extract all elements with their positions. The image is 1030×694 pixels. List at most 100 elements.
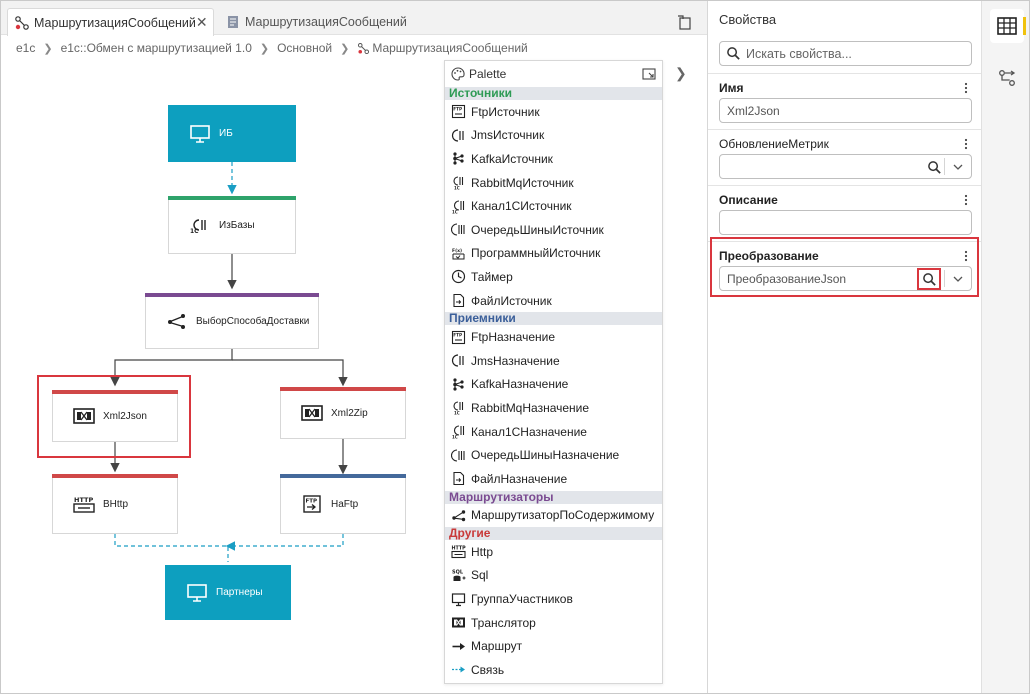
palette-section-header: Маршрутизаторы <box>445 490 662 504</box>
palette-item[interactable]: 1C RabbitMqНазначение <box>445 396 662 420</box>
palette-item-label: ОчередьШиныНазначение <box>471 448 620 463</box>
palette-item[interactable]: F(x) ПрограммныйИсточник <box>445 242 662 266</box>
palette-item-label: Http <box>471 544 494 559</box>
node-label: ИБ <box>219 128 233 139</box>
monitor-icon <box>451 592 466 606</box>
link-to-partnery <box>114 534 344 562</box>
tab-routing-module[interactable]: МаршрутизацияСообщений <box>219 8 419 36</box>
structure-view-button[interactable] <box>990 61 1024 95</box>
palette-item-label: Транслятор <box>471 615 536 630</box>
node-naftp[interactable]: FTP НаFtp <box>280 474 406 534</box>
palette-item[interactable]: ОчередьШиныИсточник <box>445 218 662 242</box>
chevron-down-icon[interactable] <box>951 160 965 174</box>
node-xml2json[interactable]: Xml2Json <box>52 390 178 442</box>
translator-icon <box>301 405 323 421</box>
palette-item[interactable]: 1C Канал1СНазначение <box>445 420 662 444</box>
description-field[interactable] <box>719 210 972 235</box>
node-iz-bazy[interactable]: 1C ИзБазы <box>168 196 296 254</box>
palette-item[interactable]: JmsНазначение <box>445 349 662 373</box>
sql-icon: SQL <box>452 569 466 581</box>
hierarchy-icon <box>999 70 1016 86</box>
palette-item[interactable]: Таймер <box>445 265 662 289</box>
bus-queue-icon <box>451 449 465 462</box>
node-label: Партнеры <box>216 587 263 598</box>
palette-item-label: RabbitMqИсточник <box>471 175 574 190</box>
node-partnery[interactable]: Партнеры <box>165 565 291 620</box>
node-label: Xml2Zip <box>331 407 368 419</box>
ftp-icon: FTP <box>451 330 466 344</box>
breadcrumb-item[interactable]: МаршрутизацияСообщений <box>372 41 527 55</box>
palette-item[interactable]: FTP FtpИсточник <box>445 100 662 124</box>
node-color-bar <box>145 293 319 297</box>
palette-item-label: JmsНазначение <box>471 353 560 368</box>
palette-item[interactable]: FTP FtpНазначение <box>445 325 662 349</box>
node-vhttp[interactable]: HTTP ВHttp <box>52 474 178 534</box>
palette-item-label: Связь <box>471 662 505 677</box>
palette-item[interactable]: Маршрут <box>445 634 662 658</box>
close-icon[interactable]: ✕ <box>196 14 208 31</box>
module-icon <box>228 16 238 28</box>
translator-icon <box>452 617 465 628</box>
transformation-field[interactable]: ПреобразованиеJson <box>719 266 972 291</box>
search-input[interactable] <box>746 46 966 61</box>
dock-icon[interactable] <box>642 67 656 81</box>
palette-item[interactable]: ФайлНазначение <box>445 467 662 491</box>
metrics-field[interactable] <box>719 154 972 179</box>
jms-icon <box>451 354 464 367</box>
more-vertical-icon[interactable] <box>964 138 968 150</box>
more-vertical-icon[interactable] <box>964 250 968 262</box>
breadcrumb: e1c ❯ e1c::Обмен с маршрутизацией 1.0 ❯ … <box>16 40 528 56</box>
svg-text:1C: 1C <box>454 186 460 191</box>
palette-item[interactable]: ГруппаУчастников <box>445 587 662 611</box>
palette-item-label: FtpНазначение <box>471 330 556 345</box>
file-icon <box>453 472 465 486</box>
palette-item[interactable]: JmsИсточник <box>445 124 662 148</box>
bus-queue-icon <box>451 223 465 236</box>
properties-view-button[interactable] <box>990 9 1024 43</box>
palette-item-label: ГруппаУчастников <box>471 592 573 607</box>
http-icon: HTTP <box>73 496 95 513</box>
diagram-canvas[interactable]: ИБ 1C ИзБазы ВыборСпособаДоставки Xml2Js… <box>0 60 440 694</box>
palette-item[interactable]: Связь <box>445 658 662 682</box>
more-vertical-icon[interactable] <box>964 194 968 206</box>
channel-1c-icon: 1C <box>452 200 465 214</box>
split-editor-icon[interactable] <box>677 15 693 31</box>
ftp-icon: FTP <box>451 105 466 119</box>
palette-item[interactable]: 1C RabbitMqИсточник <box>445 171 662 195</box>
rabbitmq-icon: 1C <box>453 401 464 416</box>
link-vybor-xml2json <box>110 349 233 387</box>
palette-item[interactable]: SQL Sql <box>445 564 662 588</box>
svg-text:1C: 1C <box>454 411 460 416</box>
chevron-right-icon[interactable]: ❯ <box>675 65 689 81</box>
palette-item[interactable]: KafkaИсточник <box>445 147 662 171</box>
svg-text:FTP: FTP <box>306 499 318 505</box>
breadcrumb-item[interactable]: e1c <box>16 41 35 55</box>
rabbitmq-icon: 1C <box>453 176 464 191</box>
tab-routing-diagram[interactable]: МаршрутизацияСообщений ✕ <box>7 8 214 36</box>
chevron-right-icon: ❯ <box>43 42 53 55</box>
palette-item[interactable]: 1C Канал1СИсточник <box>445 194 662 218</box>
svg-text:1C: 1C <box>452 209 458 214</box>
search-button[interactable] <box>925 158 943 176</box>
node-color-bar <box>52 474 178 478</box>
palette-item[interactable]: ОчередьШиныНазначение <box>445 443 662 467</box>
name-field[interactable]: Xml2Json <box>719 98 972 123</box>
breadcrumb-item[interactable]: e1c::Обмен с маршрутизацией 1.0 <box>61 41 252 55</box>
property-search[interactable] <box>719 41 972 66</box>
search-button[interactable] <box>917 268 941 290</box>
palette-item[interactable]: ФайлИсточник <box>445 289 662 313</box>
more-vertical-icon[interactable] <box>964 82 968 94</box>
dashed-arrow-icon <box>452 666 465 673</box>
chevron-down-icon[interactable] <box>951 272 965 286</box>
palette-item[interactable]: Транслятор <box>445 611 662 635</box>
prop-label: ОбновлениеМетрик <box>719 137 829 151</box>
node-vybor-sposoba-dostavki[interactable]: ВыборСпособаДоставки <box>145 293 319 349</box>
node-xml2zip[interactable]: Xml2Zip <box>280 387 406 439</box>
palette-item[interactable]: HTTP Http <box>445 540 662 564</box>
palette-item-label: RabbitMqНазначение <box>471 400 590 415</box>
palette-item[interactable]: МаршрутизаторПоСодержимому <box>445 504 662 528</box>
breadcrumb-item[interactable]: Основной <box>277 41 332 55</box>
node-ib[interactable]: ИБ <box>168 105 296 162</box>
node-color-bar <box>168 196 296 200</box>
palette-item[interactable]: KafkaНазначение <box>445 373 662 397</box>
